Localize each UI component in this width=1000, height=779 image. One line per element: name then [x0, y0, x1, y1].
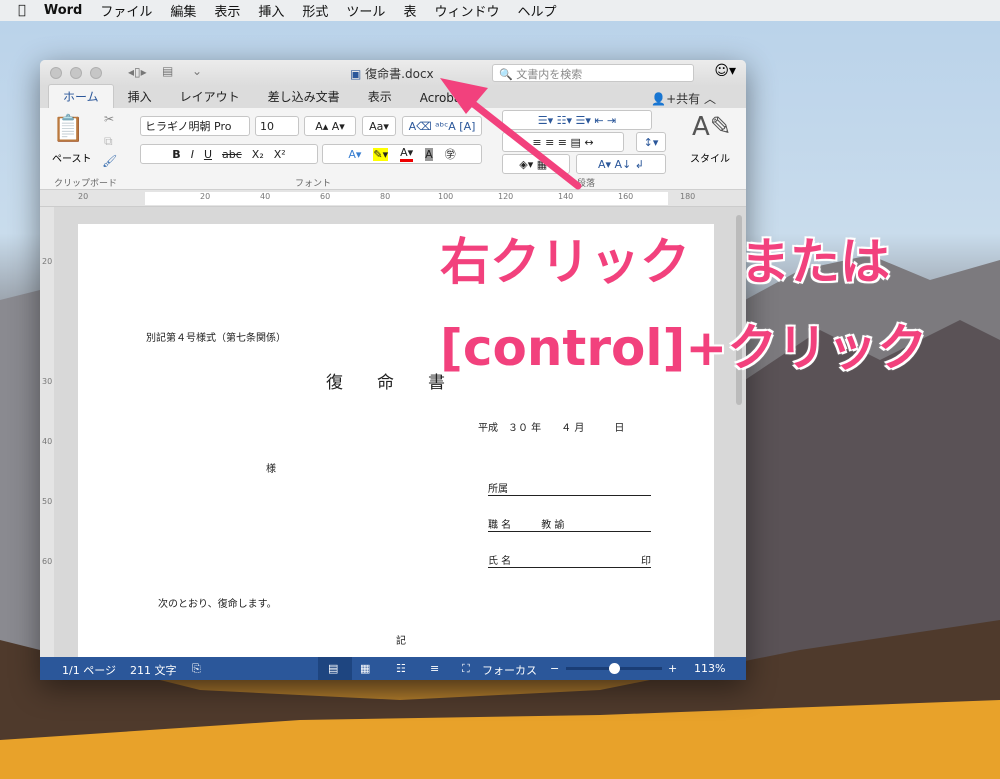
annotation-line1: 右クリック または [440, 233, 890, 291]
annotation-line2: [control]+クリック [440, 319, 928, 377]
annotation-arrow [440, 78, 582, 190]
